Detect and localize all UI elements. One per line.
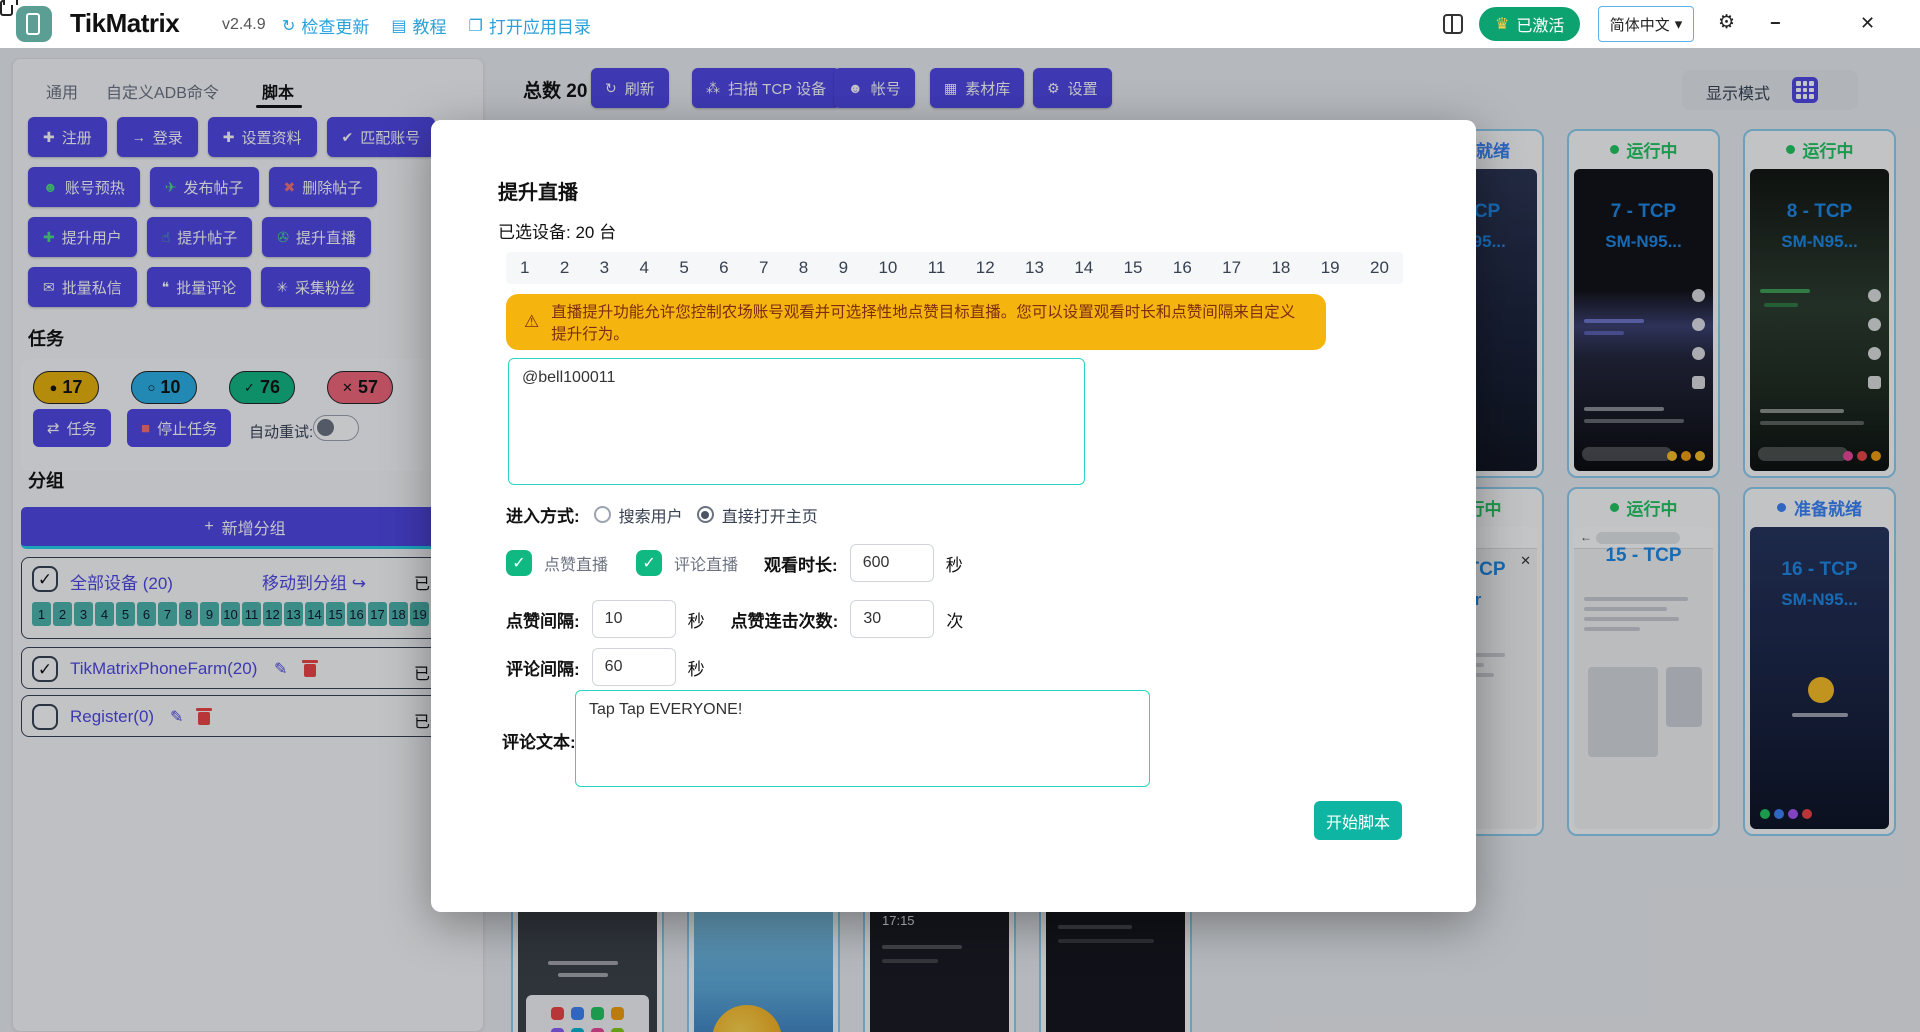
link-icon: ▤ <box>391 16 406 36</box>
device-number[interactable]: 12 <box>976 258 995 278</box>
device-number[interactable]: 16 <box>1173 258 1192 278</box>
comment-live-label: 评论直播 <box>674 551 738 575</box>
device-number[interactable]: 6 <box>719 258 728 278</box>
comment-interval-input[interactable] <box>592 648 676 686</box>
like-interval-label: 点赞间隔: <box>506 607 580 632</box>
link-icon: ❐ <box>469 16 483 36</box>
warning-banner: ⚠ 直播提升功能允许您控制农场账号观看并可选择性地点赞目标直播。您可以设置观看时… <box>506 294 1326 350</box>
device-number[interactable]: 14 <box>1074 258 1093 278</box>
like-combo-label: 点赞连击次数: <box>731 607 839 632</box>
target-users-textarea[interactable]: @bell100011 <box>508 358 1085 485</box>
watch-duration-label: 观看时长: <box>764 551 838 576</box>
comment-interval-row: 评论间隔: 秒 <box>506 648 705 686</box>
titlebar-link[interactable]: ▤ 教程 <box>391 13 446 38</box>
app-version: v2.4.9 <box>222 16 266 34</box>
comment-interval-label: 评论间隔: <box>506 655 580 680</box>
seconds-unit: 秒 <box>688 607 705 632</box>
seconds-unit: 秒 <box>688 655 705 680</box>
titlebar-link[interactable]: ↻ 检查更新 <box>282 13 369 38</box>
device-number[interactable]: 5 <box>679 258 688 278</box>
link-label: 打开应用目录 <box>489 13 591 38</box>
sidebar-toggle-icon[interactable] <box>1443 14 1463 34</box>
radio-open-homepage-label: 直接打开主页 <box>722 503 818 527</box>
like-interval-row: 点赞间隔: 秒 点赞连击次数: 次 <box>506 600 963 638</box>
settings-gear-icon[interactable]: ⚙ <box>1718 12 1735 34</box>
live-options-row: ✓ 点赞直播 ✓ 评论直播 观看时长: 秒 <box>506 544 963 582</box>
titlebar-links: ↻ 检查更新 ▤ 教程 ❐ 打开应用目录 <box>282 13 591 38</box>
selected-devices-label: 已选设备: 20 台 <box>498 218 616 243</box>
device-number-strip: 1234567891011121314151617181920 <box>506 252 1403 284</box>
titlebar-link[interactable]: ❐ 打开应用目录 <box>469 13 591 38</box>
app-window: TikMatrix v2.4.9 ↻ 检查更新 ▤ 教程 ❐ 打开应用目录 ♛ 已激活 简体… <box>0 0 1920 1032</box>
device-number[interactable]: 1 <box>520 258 529 278</box>
device-number[interactable]: 15 <box>1124 258 1143 278</box>
device-number[interactable]: 2 <box>560 258 569 278</box>
activated-badge[interactable]: ♛ 已激活 <box>1479 7 1580 41</box>
app-title: TikMatrix <box>70 8 179 39</box>
device-number[interactable]: 18 <box>1271 258 1290 278</box>
device-number[interactable]: 20 <box>1370 258 1389 278</box>
entry-method-row: 进入方式: 搜索用户 直接打开主页 <box>506 502 818 527</box>
comment-live-checkbox[interactable]: ✓ <box>636 550 662 576</box>
chevron-down-icon: ▾ <box>1675 15 1683 33</box>
device-number[interactable]: 17 <box>1222 258 1241 278</box>
language-label: 简体中文 <box>1610 14 1670 35</box>
radio-search-user-label: 搜索用户 <box>619 503 683 527</box>
times-unit: 次 <box>946 607 963 632</box>
comment-text-label: 评论文本: <box>502 728 576 753</box>
like-live-label: 点赞直播 <box>544 551 608 575</box>
device-number[interactable]: 11 <box>928 258 946 278</box>
device-number[interactable]: 8 <box>799 258 808 278</box>
device-number[interactable]: 19 <box>1321 258 1340 278</box>
radio-search-user[interactable] <box>594 506 611 523</box>
device-number[interactable]: 3 <box>600 258 609 278</box>
entry-method-label: 进入方式: <box>506 502 580 527</box>
app-logo-icon <box>16 6 52 42</box>
activated-label: 已激活 <box>1516 12 1564 36</box>
device-number[interactable]: 4 <box>639 258 648 278</box>
close-window-button[interactable]: ✕ <box>1860 12 1875 34</box>
link-icon: ↻ <box>282 16 295 36</box>
warning-text: 直播提升功能允许您控制农场账号观看并可选择性地点赞目标直播。您可以设置观看时长和… <box>551 300 1308 344</box>
minimize-button[interactable]: − <box>1770 12 1781 34</box>
crown-icon: ♛ <box>1495 14 1509 34</box>
titlebar: TikMatrix v2.4.9 ↻ 检查更新 ▤ 教程 ❐ 打开应用目录 ♛ 已激活 简体… <box>0 0 1920 48</box>
device-number[interactable]: 13 <box>1025 258 1044 278</box>
link-label: 检查更新 <box>301 13 369 38</box>
language-selector[interactable]: 简体中文 ▾ <box>1598 6 1694 42</box>
warning-icon: ⚠ <box>524 312 539 332</box>
comment-text-textarea[interactable]: Tap Tap EVERYONE! <box>575 690 1150 787</box>
like-combo-input[interactable] <box>850 600 934 638</box>
modal-title: 提升直播 <box>498 176 578 205</box>
link-label: 教程 <box>413 13 447 38</box>
radio-open-homepage[interactable] <box>697 506 714 523</box>
seconds-unit: 秒 <box>946 551 963 576</box>
start-script-button[interactable]: 开始脚本 <box>1314 801 1402 840</box>
device-number[interactable]: 7 <box>759 258 768 278</box>
boost-live-modal: 提升直播 已选设备: 20 台 123456789101112131415161… <box>431 120 1476 912</box>
like-live-checkbox[interactable]: ✓ <box>506 550 532 576</box>
like-interval-input[interactable] <box>592 600 676 638</box>
device-number[interactable]: 9 <box>839 258 848 278</box>
watch-duration-input[interactable] <box>850 544 934 582</box>
restore-window-button[interactable] <box>0 0 13 16</box>
device-number[interactable]: 10 <box>878 258 897 278</box>
